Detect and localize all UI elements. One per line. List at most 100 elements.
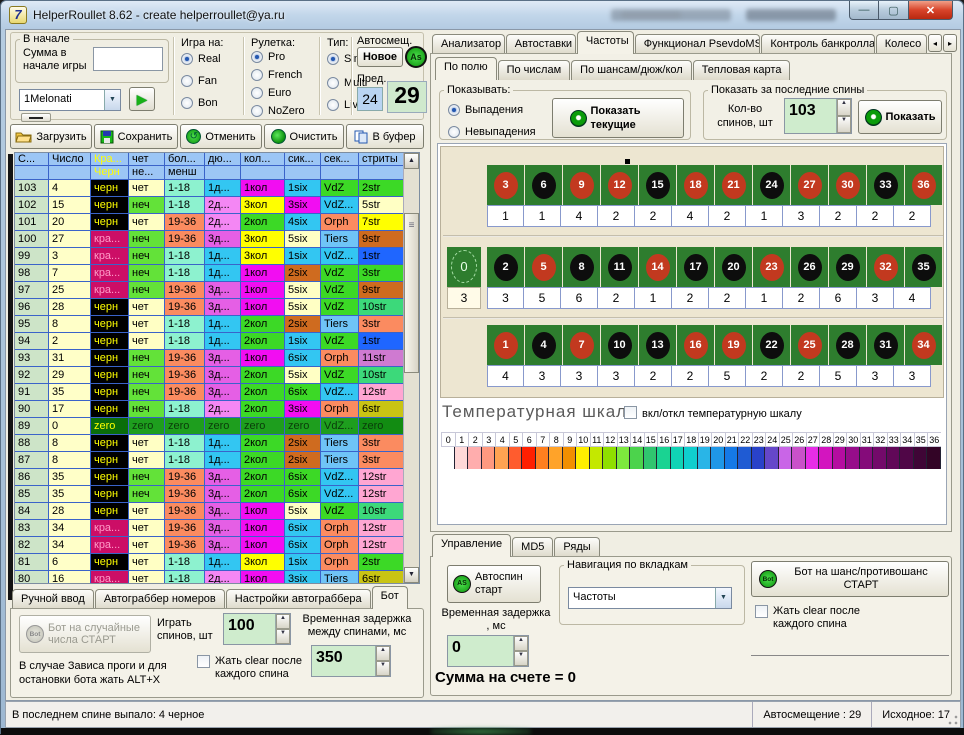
tab-scroll-right-icon[interactable]: ▸ [943,34,957,52]
column-header[interactable]: сик... [285,153,321,166]
table-row[interactable]: 8016кра...чет1-182д...1кол3sixTiers6str [15,571,405,584]
radio-hits[interactable]: Выпадения [448,104,523,116]
table-row[interactable]: 9628чернчет19-363д...1кол5sixVdZ10str [15,299,405,316]
stepper-down-icon[interactable]: ▼ [837,116,851,133]
table-row[interactable]: 8535черннеч19-363д...2кол6sixVdZ...12str [15,486,405,503]
save-button[interactable]: Сохранить [94,124,178,149]
show-button[interactable]: Показать [858,100,942,134]
show-current-button[interactable]: Показать текущие [552,98,684,138]
stepper-down-icon[interactable]: ▼ [376,661,390,676]
column-header[interactable] [241,166,285,180]
table-row[interactable]: 10215черннеч1-182д...3кол3sixVdZ...5str [15,197,405,214]
tab-control-2[interactable]: Ряды [554,537,599,557]
tab-freq-3[interactable]: Тепловая карта [693,60,791,80]
tab-main-3[interactable]: Функционал PsevdoMS [635,34,761,54]
tab-main-5[interactable]: Колесо [876,34,927,54]
tab-main-4[interactable]: Контроль банкролла [761,34,874,54]
control-clear-checkbox[interactable]: Жать clear после каждого спина [755,605,893,631]
tab-left-3[interactable]: Бот [372,586,408,609]
clear-button[interactable]: Очистить [264,124,344,149]
load-button[interactable]: Загрузить [10,124,92,149]
column-header[interactable] [359,166,405,180]
start-sum-input[interactable] [93,47,163,71]
radio-pro[interactable]: Pro [251,51,285,63]
as-icon[interactable]: As [405,46,427,68]
preset-combobox[interactable]: 1Melonati ▼ [19,89,121,111]
column-header[interactable] [321,166,359,180]
table-row[interactable]: 9331черннеч19-363д...1кол6sixOrph11str [15,350,405,367]
tab-freq-1[interactable]: По числам [498,60,571,80]
tab-control-0[interactable]: Управление [432,534,511,557]
chevron-down-icon[interactable]: ▼ [715,588,731,608]
close-button[interactable]: ✕ [909,1,953,20]
table-row[interactable]: 878чернчет1-181д...2кол2sixTiers3str [15,452,405,469]
tab-left-2[interactable]: Настройки автограббера [226,589,371,609]
column-header[interactable]: кол... [241,153,285,166]
radio-fan[interactable]: Fan [181,75,217,87]
column-header[interactable]: Черн [91,166,129,180]
table-row[interactable]: 987кра...неч1-181д...1кол2sixVdZ3str [15,265,405,282]
table-row[interactable]: 9229черннеч19-363д...2кол5sixVdZ10str [15,367,405,384]
stepper-up-icon[interactable]: ▲ [376,646,390,661]
table-row[interactable]: 888чернчет1-181д...2кол2sixTiers3str [15,435,405,452]
table-row[interactable]: 10120чернчет19-362д...2кол4sixOrph7str [15,214,405,231]
copy-to-buffer-button[interactable]: В буфер [346,124,424,149]
undo-button[interactable]: ↺ Отменить [180,124,262,149]
table-row[interactable]: 890zerozerozerozerozerozeroVdZ...zero [15,418,405,435]
clear-after-spin-checkbox[interactable]: Жать clear после каждого спина [197,655,325,681]
chevron-down-icon[interactable]: ▼ [104,90,120,110]
column-header[interactable]: С... [15,153,49,166]
spins-window-stepper[interactable]: 103 ▲▼ [784,98,852,134]
scroll-up-icon[interactable]: ▲ [404,153,419,169]
table-row[interactable]: 958чернчет1-181д...2кол2sixTiers3str [15,316,405,333]
column-header[interactable]: бол... [165,153,205,166]
stepper-up-icon[interactable]: ▲ [837,99,851,116]
stepper-down-icon[interactable]: ▼ [276,629,290,644]
table-row[interactable]: 8234кра...чет19-363д...1кол6sixOrph12str [15,537,405,554]
table-row[interactable]: 8428чернчет19-363д...1кол5sixVdZ10str [15,503,405,520]
tab-freq-2[interactable]: По шансам/дюж/кол [571,60,692,80]
spins-count-stepper[interactable]: 100 ▲▼ [223,613,291,645]
radio-real[interactable]: Real [181,53,221,65]
tab-main-1[interactable]: Автоставки [506,34,576,54]
column-header[interactable] [49,166,91,180]
tab-left-0[interactable]: Ручной ввод [12,589,94,609]
radio-french[interactable]: French [251,69,302,81]
column-header[interactable]: сек... [321,153,359,166]
column-header[interactable]: не... [129,166,165,180]
table-row[interactable]: 8334кра...чет19-363д...1кол6sixOrph12str [15,520,405,537]
tab-main-2[interactable]: Частоты [577,31,634,54]
column-header[interactable] [15,166,49,180]
table-row[interactable]: 1034чернчет1-181д...1кол1sixVdZ2str [15,180,405,197]
table-row[interactable]: 9017черннеч1-182д...2кол3sixOrph6str [15,401,405,418]
control-delay-stepper[interactable]: 0 ▲▼ [447,635,529,667]
table-row[interactable]: 9135черннеч19-363д...2кол6sixVdZ...12str [15,384,405,401]
delay-stepper[interactable]: 350 ▲▼ [311,645,391,677]
column-header[interactable] [205,166,241,180]
autospin-start-button[interactable]: AS Автоспин старт [447,565,541,603]
tab-control-1[interactable]: MD5 [512,537,553,557]
maximize-button[interactable]: ▢ [879,1,909,20]
column-header[interactable]: чет [129,153,165,166]
table-row[interactable]: 10027кра...неч19-363д...3кол5sixTiers9st… [15,231,405,248]
table-row[interactable]: 942чернчет1-181д...2кол1sixVdZ1str [15,333,405,350]
random-bot-start-button[interactable]: Bot Бот на случайные числа СТАРТ [19,615,151,653]
stepper-up-icon[interactable]: ▲ [514,636,528,651]
radio-bon[interactable]: Bon [181,97,218,109]
chance-bot-start-button[interactable]: Bot Бот на шанс/противошанс СТАРТ [751,561,949,597]
minimize-button[interactable]: — [849,1,879,20]
collapse-button[interactable] [21,113,51,122]
radio-nozero[interactable]: NoZero [251,105,305,117]
radio-euro[interactable]: Euro [251,87,291,99]
table-row[interactable]: 993кра...неч1-181д...3кол1sixVdZ...1str [15,248,405,265]
stepper-up-icon[interactable]: ▲ [276,614,290,629]
radio-misses[interactable]: Невыпадения [448,126,536,138]
table-row[interactable]: 8635черннеч19-363д...2кол6sixVdZ...12str [15,469,405,486]
tab-navigation-select[interactable]: Частоты ▼ [568,587,732,609]
tab-scroll-left-icon[interactable]: ◂ [928,34,942,52]
table-row[interactable]: 816чернчет1-181д...3кол1sixOrph2str [15,554,405,571]
temperature-toggle-checkbox[interactable] [624,406,637,419]
tab-left-1[interactable]: Автограббер номеров [95,589,225,609]
table-scrollbar[interactable]: ▲ ▼ [403,153,419,583]
table-row[interactable]: 9725кра...неч19-363д...1кол5sixVdZ9str [15,282,405,299]
